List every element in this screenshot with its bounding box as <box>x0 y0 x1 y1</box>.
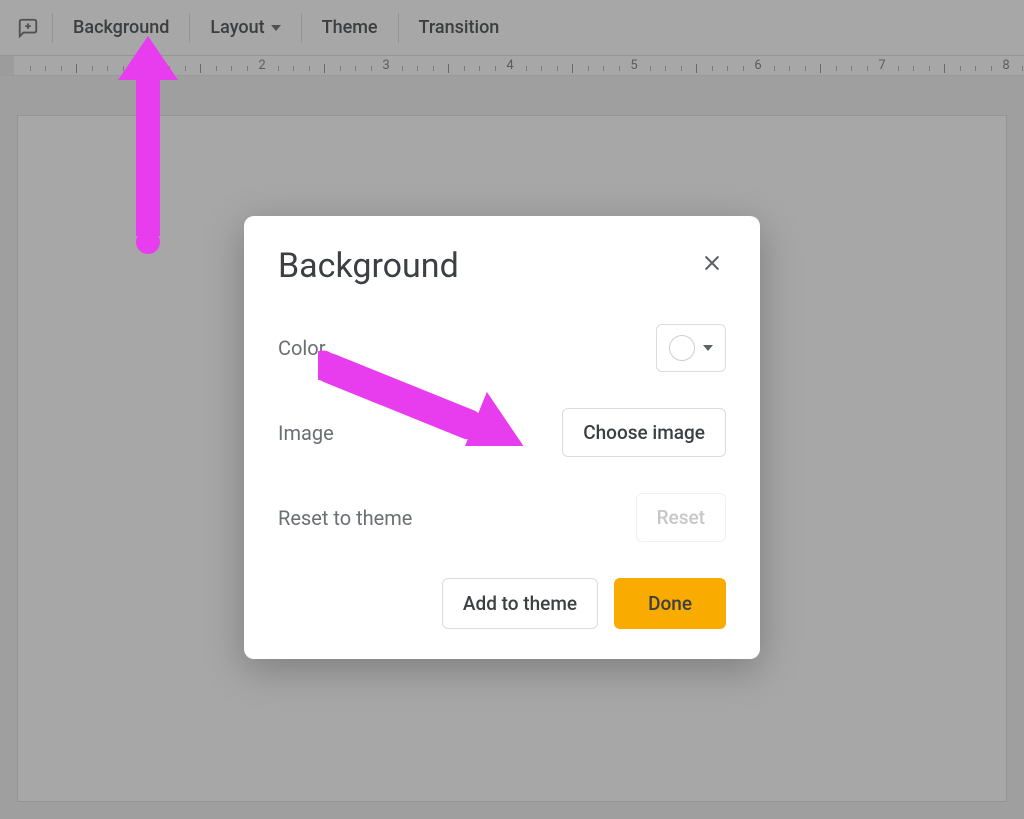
reset-row-label: Reset to theme <box>278 506 412 530</box>
reset-button: Reset <box>636 493 726 542</box>
dialog-title: Background <box>278 246 459 286</box>
done-button[interactable]: Done <box>614 578 726 629</box>
chevron-down-icon <box>703 345 713 351</box>
color-swatch <box>669 335 695 361</box>
color-row-label: Color <box>278 336 325 360</box>
image-row-label: Image <box>278 421 334 445</box>
choose-image-button[interactable]: Choose image <box>562 408 726 457</box>
close-icon[interactable] <box>698 249 726 283</box>
background-dialog: Background Color Image Choose image Rese… <box>244 216 760 659</box>
color-picker[interactable] <box>656 324 726 372</box>
add-to-theme-button[interactable]: Add to theme <box>442 578 598 629</box>
